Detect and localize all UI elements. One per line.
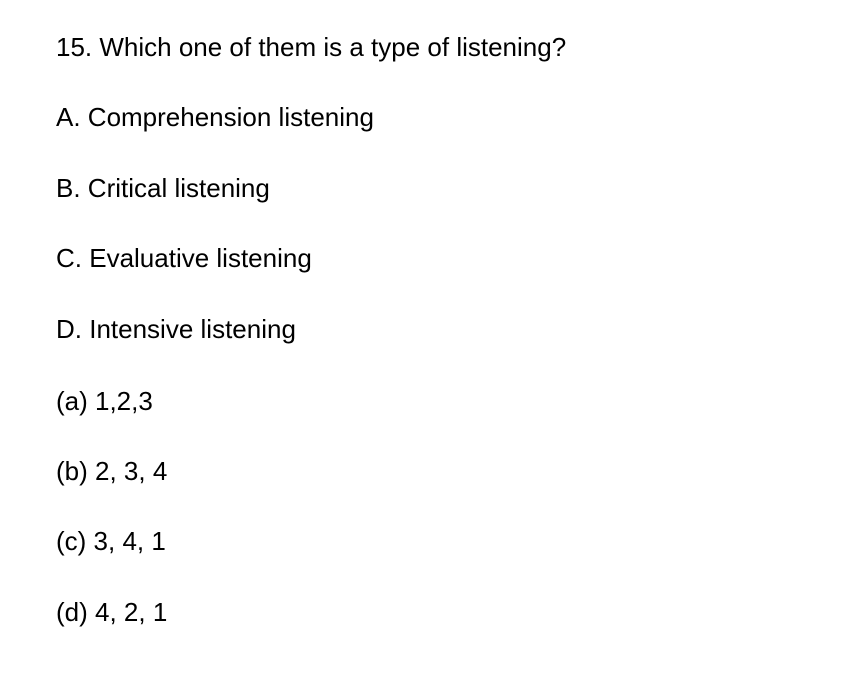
answer-choice-c: (c) 3, 4, 1 — [56, 526, 166, 556]
option-c: C. Evaluative listening — [56, 243, 312, 273]
option-b: B. Critical listening — [56, 173, 270, 203]
option-a: A. Comprehension listening — [56, 102, 374, 132]
option-d: D. Intensive listening — [56, 314, 296, 344]
answer-choice-a: (a) 1,2,3 — [56, 386, 153, 416]
answer-choice-d: (d) 4, 2, 1 — [56, 597, 168, 627]
question-slide: 15. Which one of them is a type of liste… — [0, 0, 859, 675]
answer-choice-b: (b) 2, 3, 4 — [56, 456, 168, 486]
question-text: 15. Which one of them is a type of liste… — [56, 32, 567, 62]
